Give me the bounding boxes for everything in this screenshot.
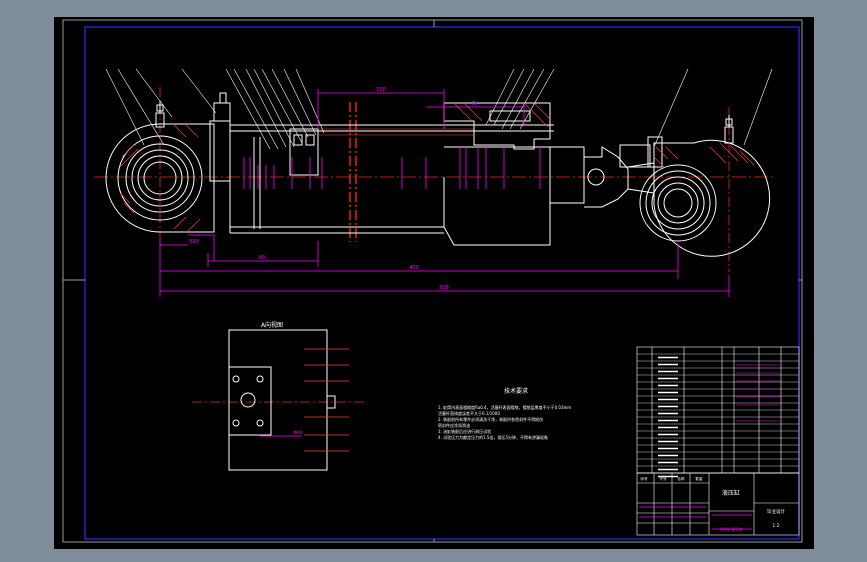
top-dim-2: 75	[471, 101, 477, 107]
header-cell-3: 名称	[677, 476, 685, 481]
detail-dim-label: Φ60	[293, 430, 302, 436]
title-block-drawing-name: 液压缸	[722, 489, 740, 497]
notes-title: 技术要求	[504, 387, 528, 395]
bottom-dim-4: 590	[189, 239, 199, 245]
title-block-scale: 1:2	[772, 523, 779, 529]
note-line-1: 1. 缸筒内表面粗糙度Ra0.4，活塞杆表面镀铬，镀铬层厚度不小于0.03mm	[438, 404, 571, 410]
detail-view-title: A向视图	[261, 321, 283, 329]
note-line-5: 3. 油缸装配后应进行耐压试验	[438, 428, 491, 434]
note-line-6: 4. 试验压力为额定压力的1.5倍，保压5分钟，不得有渗漏现象	[438, 434, 548, 440]
sheet-background	[54, 17, 814, 549]
title-block-sheet: 共1张 第1张	[720, 526, 742, 532]
header-cell-4: 数量	[695, 476, 703, 481]
note-line-2: 活塞杆直线度误差不大于0.1/1000	[438, 410, 500, 416]
bottom-dim-2: 400	[409, 265, 419, 271]
note-line-3: 2. 装配前所有零件必须清洗干净，装配时各密封件不得损伤	[438, 416, 543, 422]
header-cell-1: 序号	[640, 476, 648, 481]
cad-viewer: 100 75 60 400 508 590 A向视图 Φ60 技术要求 1. 缸…	[0, 0, 867, 562]
title-block-school: 毕业设计	[767, 508, 785, 515]
bottom-dim-3: 508	[439, 285, 449, 291]
cad-drawing-sheet: 100 75 60 400 508 590 A向视图 Φ60 技术要求 1. 缸…	[54, 17, 814, 549]
top-dim-1: 100	[376, 87, 386, 93]
note-line-4: 密封件应涂润滑油	[438, 422, 470, 428]
header-cell-2: 代号	[659, 476, 667, 481]
bottom-dim-1: 60	[259, 255, 265, 261]
